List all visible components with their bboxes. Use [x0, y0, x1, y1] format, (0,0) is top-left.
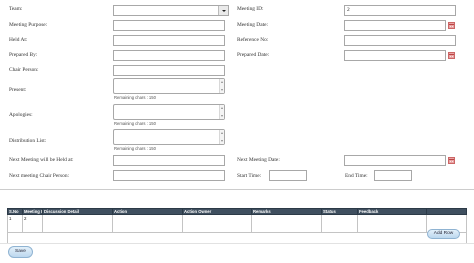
next-meeting-held-at-input[interactable]: [113, 155, 225, 166]
meeting-purpose-label: Meeting Purpose:: [9, 22, 48, 28]
apologies-remaining-chars: Remaining chars : 150: [114, 121, 156, 126]
chair-person-input[interactable]: [113, 65, 225, 76]
end-time-input[interactable]: [374, 170, 412, 181]
prepared-by-input[interactable]: [113, 50, 225, 61]
present-textarea[interactable]: [113, 78, 225, 94]
start-time-label: Start Time:: [237, 173, 262, 179]
cell-status[interactable]: [321, 214, 358, 233]
cell-action[interactable]: [112, 214, 183, 233]
chair-person-label: Chair Person:: [9, 67, 39, 73]
cell-action-owner[interactable]: [182, 214, 252, 233]
present-scrollbar[interactable]: [219, 79, 224, 93]
minutes-grid: S.No Meeting ID Discussion Detail Action…: [7, 208, 467, 244]
table-row[interactable]: 1 2: [7, 214, 467, 233]
calendar-icon[interactable]: [448, 52, 455, 59]
meeting-id-value: 2: [347, 7, 350, 13]
prepared-date-input[interactable]: [344, 50, 446, 61]
save-button[interactable]: Save: [8, 246, 33, 258]
end-time-label: End Time:: [345, 173, 368, 179]
apologies-scrollbar[interactable]: [219, 105, 224, 119]
next-meeting-date-input[interactable]: [344, 155, 446, 166]
next-meeting-held-at-label: Next Meeting will be Held at:: [9, 157, 74, 163]
chevron-down-icon[interactable]: [218, 6, 228, 15]
cell-remarks[interactable]: [251, 214, 322, 233]
distribution-list-textarea[interactable]: [113, 129, 225, 145]
table-row: [7, 232, 467, 244]
calendar-icon[interactable]: [448, 22, 455, 29]
distribution-list-scrollbar[interactable]: [219, 130, 224, 144]
team-label: Team:: [9, 6, 23, 12]
next-meeting-date-label: Next Meeting Date:: [237, 157, 280, 163]
held-at-label: Held At:: [9, 37, 28, 43]
start-time-input[interactable]: [269, 170, 307, 181]
present-remaining-chars: Remaining chars : 150: [114, 95, 156, 100]
prepared-date-label: Prepared Date:: [237, 52, 270, 58]
meeting-date-label: Meeting Date:: [237, 22, 268, 28]
cell-meeting-id: 2: [22, 214, 43, 233]
footer-cell: [7, 232, 467, 244]
meeting-date-input[interactable]: [344, 20, 446, 31]
prepared-by-label: Prepared By:: [9, 52, 38, 58]
apologies-textarea[interactable]: [113, 104, 225, 120]
distribution-list-remaining-chars: Remaining chars : 150: [114, 146, 156, 151]
divider: [0, 243, 474, 244]
next-chair-person-input[interactable]: [113, 170, 225, 181]
meeting-id-input[interactable]: 2: [344, 5, 456, 16]
cell-sno: 1: [7, 214, 23, 233]
reference-no-label: Reference No:: [237, 37, 269, 43]
cell-feedback[interactable]: [357, 214, 427, 233]
apologies-label: Apologies:: [9, 112, 33, 118]
meeting-id-label: Meeting ID:: [237, 6, 264, 12]
divider: [0, 189, 474, 190]
next-chair-person-label: Next meeting Chair Person:: [9, 173, 70, 179]
calendar-icon[interactable]: [448, 157, 455, 164]
reference-no-input[interactable]: [344, 35, 456, 46]
column-header-meeting-id[interactable]: Meeting ID: [22, 208, 43, 215]
team-select[interactable]: [113, 5, 229, 16]
distribution-list-label: Distribution List:: [9, 138, 47, 144]
meeting-purpose-input[interactable]: [113, 20, 225, 31]
cell-discussion-detail[interactable]: [42, 214, 113, 233]
held-at-input[interactable]: [113, 35, 225, 46]
present-label: Present:: [9, 87, 27, 93]
add-row-button[interactable]: Add Row: [427, 229, 460, 239]
